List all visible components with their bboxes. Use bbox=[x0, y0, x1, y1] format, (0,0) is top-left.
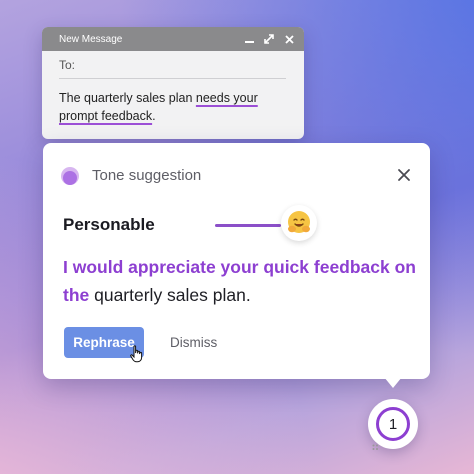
close-icon[interactable] bbox=[284, 34, 294, 44]
card-pointer-arrow bbox=[384, 377, 402, 388]
tone-label: Personable bbox=[63, 215, 155, 234]
suggestion-rest: quarterly sales plan. bbox=[89, 285, 251, 305]
close-icon[interactable] bbox=[397, 168, 411, 182]
compose-header: New Message bbox=[42, 27, 304, 51]
badge-count: 1 bbox=[388, 415, 398, 433]
tone-connector-line bbox=[215, 224, 281, 227]
card-header: Tone suggestion bbox=[61, 165, 201, 185]
badge-ring: 1 bbox=[376, 407, 410, 441]
card-title: Tone suggestion bbox=[92, 166, 202, 184]
recipient-field[interactable]: To: bbox=[59, 58, 286, 79]
tone-suggestion-card: Tone suggestion Personable I would appre… bbox=[43, 143, 430, 388]
expand-icon[interactable] bbox=[264, 34, 274, 44]
dismiss-button[interactable]: Dismiss bbox=[164, 327, 223, 358]
flagged-phrase-2[interactable]: prompt feedback bbox=[59, 109, 152, 123]
compose-title: New Message bbox=[59, 33, 123, 45]
compose-window: New Message To: The quarterly sales plan… bbox=[42, 27, 304, 139]
tone-logo-icon bbox=[61, 165, 81, 185]
hugging-face-icon bbox=[281, 205, 317, 241]
minimize-icon[interactable] bbox=[244, 34, 254, 44]
drag-grip-icon[interactable] bbox=[372, 439, 380, 450]
message-body[interactable]: The quarterly sales plan needs your prom… bbox=[59, 89, 286, 125]
body-end: . bbox=[152, 109, 156, 123]
suggestion-count-badge[interactable]: 1 bbox=[368, 399, 418, 450]
flagged-phrase-1[interactable]: needs your bbox=[196, 91, 258, 105]
to-label: To: bbox=[59, 58, 76, 72]
suggested-rewrite: I would appreciate your quick feedback o… bbox=[63, 253, 423, 309]
hand-cursor-icon bbox=[130, 345, 144, 363]
body-text: The quarterly sales plan bbox=[59, 91, 196, 105]
